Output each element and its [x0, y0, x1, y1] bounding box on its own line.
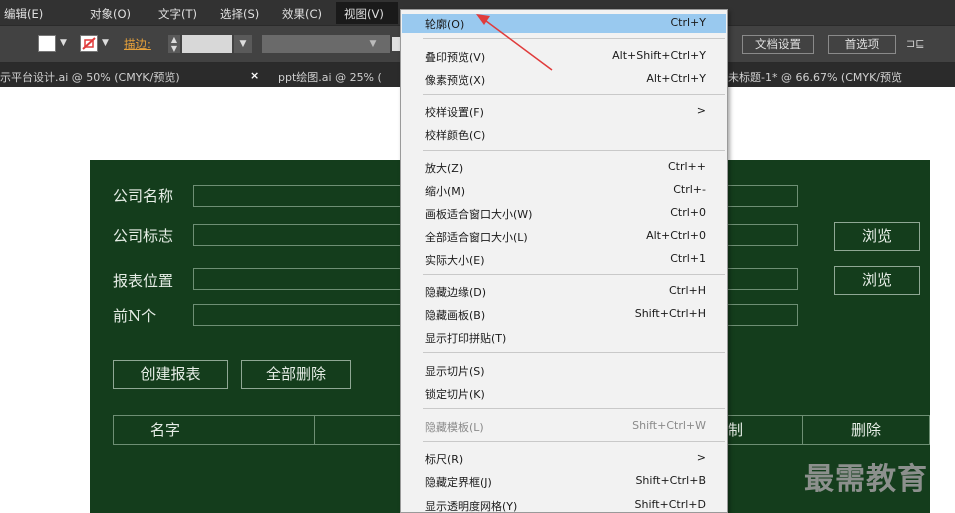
- menu-select[interactable]: 选择(S): [220, 6, 259, 22]
- no-stroke-icon: [82, 37, 96, 50]
- menu-item-zoom-in[interactable]: 放大(Z) Ctrl++: [402, 158, 726, 177]
- browse-logo-button[interactable]: 浏览: [834, 222, 920, 251]
- menu-item-show-print-tiling[interactable]: 显示打印拼贴(T): [402, 328, 726, 347]
- profile-dropdown-icon[interactable]: ▼: [366, 35, 380, 53]
- report-location-label: 报表位置: [113, 272, 174, 290]
- menu-separator: [423, 38, 725, 39]
- menu-item-zoom-out[interactable]: 缩小(M) Ctrl+-: [402, 181, 726, 200]
- tab-platform-design[interactable]: 示平台设计.ai @ 50% (CMYK/预览): [0, 69, 180, 85]
- menu-item-hide-bounding-box[interactable]: 隐藏定界框(J) Shift+Ctrl+B: [402, 472, 726, 491]
- menu-item-fit-all[interactable]: 全部适合窗口大小(L) Alt+Ctrl+0: [402, 227, 726, 246]
- menu-separator: [423, 441, 725, 442]
- menu-item-rulers[interactable]: 标尺(R) >: [402, 449, 726, 468]
- preferences-button[interactable]: 首选项: [828, 35, 896, 54]
- brush-definition[interactable]: [392, 37, 400, 51]
- annotation-arrow-icon: [476, 14, 553, 71]
- stroke-weight-input[interactable]: [182, 35, 232, 53]
- create-report-button[interactable]: 创建报表: [113, 360, 228, 389]
- fill-dropdown-icon[interactable]: ▼: [60, 38, 67, 48]
- company-logo-label: 公司标志: [113, 227, 174, 245]
- menu-item-proof-setup[interactable]: 校样设置(F) >: [402, 102, 726, 121]
- top-n-label: 前N个: [113, 307, 157, 325]
- table-header-blank: [314, 415, 402, 445]
- menu-item-proof-colors[interactable]: 校样颜色(C): [402, 125, 726, 144]
- stroke-swatch[interactable]: [80, 35, 98, 52]
- view-menu-dropdown: 轮廓(O) Ctrl+Y 叠印预览(V) Alt+Shift+Ctrl+Y 像素预览…: [400, 9, 728, 513]
- menu-separator: [423, 274, 725, 275]
- tab-close-icon[interactable]: ×: [250, 69, 259, 82]
- browse-location-button[interactable]: 浏览: [834, 266, 920, 295]
- watermark-logo: 最需教育: [804, 462, 928, 497]
- table-header-name: 名字: [113, 415, 315, 445]
- menu-effect[interactable]: 效果(C): [282, 6, 322, 22]
- menu-object[interactable]: 对象(O): [90, 6, 131, 22]
- document-settings-button[interactable]: 文档设置: [742, 35, 814, 54]
- tab-untitled[interactable]: 未标题-1* @ 66.67% (CMYK/预览: [728, 69, 902, 85]
- stroke-dropdown-icon[interactable]: ▼: [102, 38, 109, 48]
- menu-separator: [423, 94, 725, 95]
- delete-all-button[interactable]: 全部删除: [241, 360, 351, 389]
- menu-separator: [423, 150, 725, 151]
- menu-item-hide-template: 隐藏模板(L) Shift+Ctrl+W: [425, 419, 706, 434]
- menu-item-overprint-preview[interactable]: 叠印预览(V) Alt+Shift+Ctrl+Y: [402, 47, 726, 66]
- fill-swatch[interactable]: [38, 35, 56, 52]
- menu-item-hide-artboards[interactable]: 隐藏画板(B) Shift+Ctrl+H: [402, 305, 726, 324]
- company-name-label: 公司名称: [113, 187, 174, 205]
- arrange-icon[interactable]: ⊐⊑: [906, 37, 924, 50]
- table-header-delete: 删除: [802, 415, 930, 445]
- menu-item-outline[interactable]: 轮廓(O) Ctrl+Y: [402, 14, 726, 33]
- menu-separator: [423, 408, 725, 409]
- menu-type[interactable]: 文字(T): [158, 6, 197, 22]
- stroke-weight-stepper[interactable]: ▲ ▼: [168, 35, 180, 53]
- menu-edit[interactable]: 编辑(E): [4, 6, 43, 22]
- menu-item-show-slices[interactable]: 显示切片(S): [402, 361, 726, 380]
- menu-view[interactable]: 视图(V): [344, 6, 384, 22]
- stroke-weight-dropdown-icon[interactable]: ▼: [234, 35, 252, 53]
- menu-item-show-transparency-grid[interactable]: 显示透明度网格(Y) Shift+Ctrl+D: [402, 496, 726, 512]
- stroke-label[interactable]: 描边:: [124, 36, 151, 52]
- menu-item-actual-size[interactable]: 实际大小(E) Ctrl+1: [402, 250, 726, 269]
- tab-ppt-drawing[interactable]: ppt绘图.ai @ 25% (: [278, 69, 382, 85]
- menu-item-pixel-preview[interactable]: 像素预览(X) Alt+Ctrl+Y: [402, 70, 726, 89]
- menu-item-hide-edges[interactable]: 隐藏边缘(D) Ctrl+H: [402, 282, 726, 301]
- menu-item-lock-slices[interactable]: 锁定切片(K): [402, 384, 726, 403]
- menu-item-fit-artboard[interactable]: 画板适合窗口大小(W) Ctrl+0: [402, 204, 726, 223]
- table-header-copy: 复制: [713, 415, 803, 445]
- menu-separator: [423, 352, 725, 353]
